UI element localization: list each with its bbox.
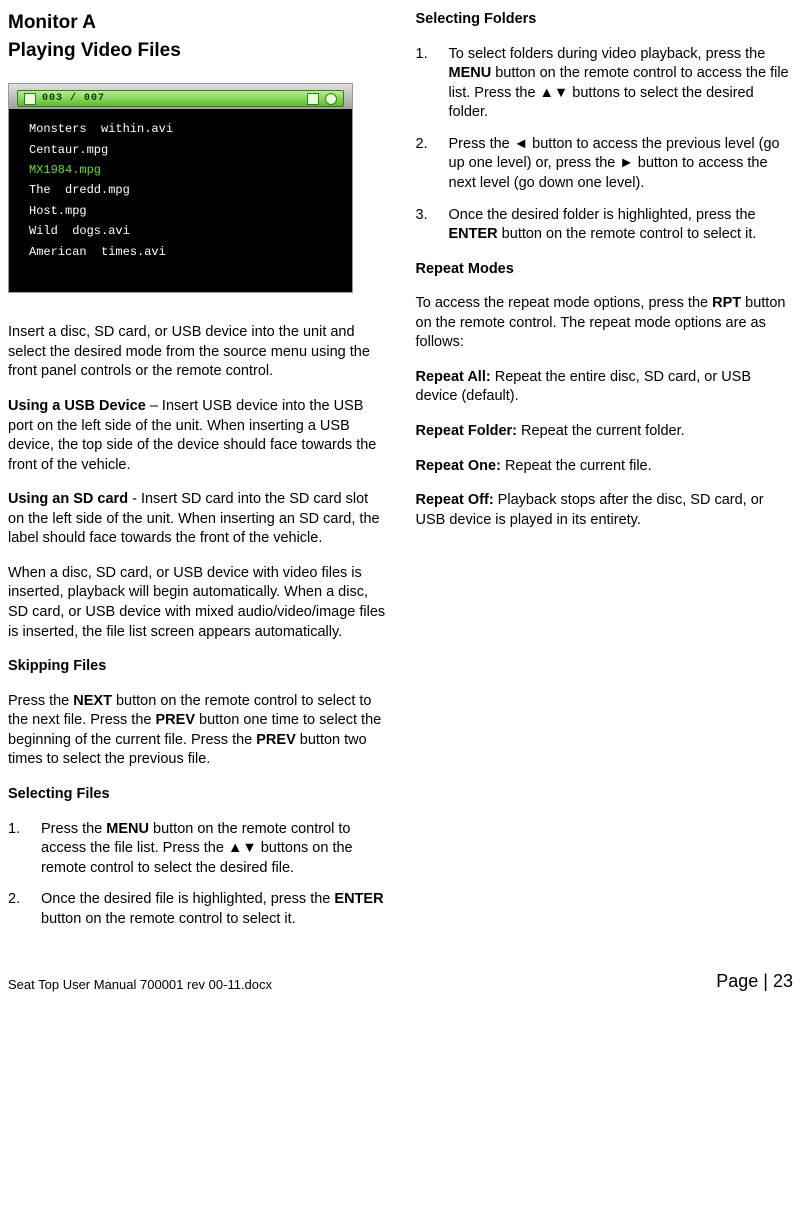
list-item: 2. Press the ◄ button to access the prev… <box>416 135 794 194</box>
footer-page-number: Page | 23 <box>716 969 793 993</box>
skipping-files-heading: Skipping Files <box>8 657 386 677</box>
selecting-folders-heading: Selecting Folders <box>416 10 794 30</box>
file-list-item: MX1984.mpg <box>29 160 173 180</box>
titlebar-square-icon <box>24 93 36 105</box>
footer-doc-name: Seat Top User Manual 700001 rev 00-11.do… <box>8 976 272 994</box>
sd-paragraph: Using an SD card - Insert SD card into t… <box>8 490 386 549</box>
usb-label: Using a USB Device <box>8 398 146 414</box>
usb-paragraph: Using a USB Device – Insert USB device i… <box>8 397 386 475</box>
repeat-folder: Repeat Folder: Repeat the current folder… <box>416 422 794 442</box>
file-list: Monsters within.aviCentaur.mpgMX1984.mpg… <box>29 119 173 262</box>
screenshot-titlebar: 003 / 007 <box>17 90 344 107</box>
repeat-all: Repeat All: Repeat the entire disc, SD c… <box>416 368 794 407</box>
menu-button-ref: MENU <box>449 65 492 81</box>
page-subtitle: Playing Video Files <box>8 38 386 64</box>
file-list-item: Host.mpg <box>29 201 173 221</box>
file-list-item: The dredd.mpg <box>29 180 173 200</box>
repeat-off: Repeat Off: Playback stops after the dis… <box>416 491 794 530</box>
page-footer: Seat Top User Manual 700001 rev 00-11.do… <box>8 969 793 993</box>
repeat-modes-heading: Repeat Modes <box>416 260 794 280</box>
autoplay-text: When a disc, SD card, or USB device with… <box>8 564 386 642</box>
next-button-ref: NEXT <box>73 693 112 709</box>
rpt-button-ref: RPT <box>712 295 741 311</box>
titlebar-circle-icon <box>325 93 337 105</box>
file-list-item: Centaur.mpg <box>29 140 173 160</box>
file-list-item: Monsters within.avi <box>29 119 173 139</box>
file-list-item: American times.avi <box>29 242 173 262</box>
titlebar-square-icon <box>307 93 319 105</box>
enter-button-ref: ENTER <box>334 891 383 907</box>
selecting-files-list: 1. Press the MENU button on the remote c… <box>8 820 386 930</box>
file-counter: 003 / 007 <box>42 92 105 106</box>
enter-button-ref: ENTER <box>449 226 498 242</box>
list-item: 2. Once the desired file is highlighted,… <box>8 890 386 929</box>
prev-button-ref: PREV <box>256 732 296 748</box>
page-title: Monitor A <box>8 10 386 36</box>
list-item: 1. To select folders during video playba… <box>416 45 794 123</box>
sd-label: Using an SD card <box>8 491 128 507</box>
repeat-intro: To access the repeat mode options, press… <box>416 294 794 353</box>
list-item: 3. Once the desired folder is highlighte… <box>416 206 794 245</box>
selecting-folders-list: 1. To select folders during video playba… <box>416 45 794 245</box>
file-list-item: Wild dogs.avi <box>29 221 173 241</box>
intro-text: Insert a disc, SD card, or USB device in… <box>8 323 386 382</box>
selecting-files-heading: Selecting Files <box>8 785 386 805</box>
prev-button-ref: PREV <box>156 712 196 728</box>
list-item: 1. Press the MENU button on the remote c… <box>8 820 386 879</box>
menu-button-ref: MENU <box>106 821 149 837</box>
device-screenshot: 003 / 007 Monsters within.aviCentaur.mpg… <box>8 83 353 293</box>
repeat-one: Repeat One: Repeat the current file. <box>416 457 794 477</box>
skipping-files-text: Press the NEXT button on the remote cont… <box>8 692 386 770</box>
